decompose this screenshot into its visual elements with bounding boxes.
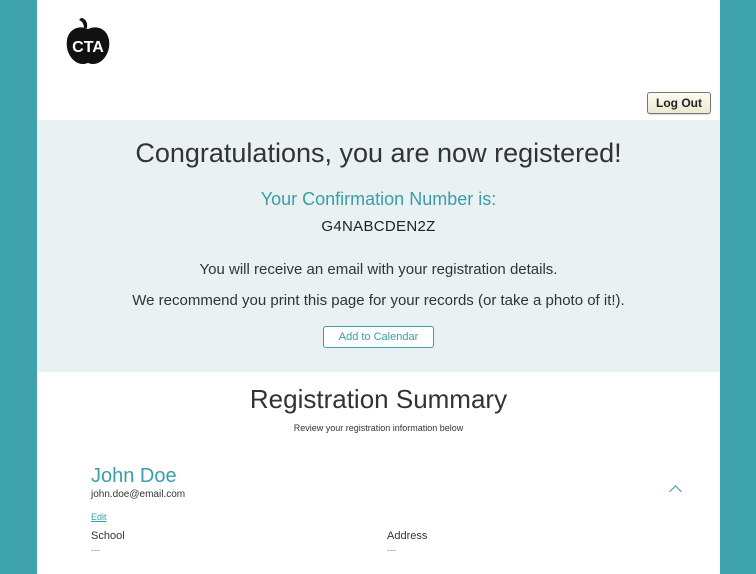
page: CTA Log Out Congratulations, you are now…	[37, 0, 720, 574]
summary-subtitle: Review your registration information bel…	[293, 423, 464, 433]
attendee-name: John Doe	[91, 465, 177, 487]
address-value: ---	[387, 545, 396, 555]
school-label: School	[91, 530, 125, 542]
congratulations-heading: Congratulations, you are now registered!	[135, 138, 622, 168]
address-field: Address ---	[387, 530, 683, 555]
add-to-calendar-button[interactable]: Add to Calendar	[322, 326, 435, 348]
header: CTA Log Out	[37, 0, 720, 120]
school-field: School ---	[91, 530, 387, 555]
address-label: Address	[387, 530, 428, 542]
confirmation-banner: Congratulations, you are now registered!…	[37, 120, 720, 372]
attendee-email: john.doe@email.com	[91, 489, 186, 500]
email-notice: You will receive an email with your regi…	[199, 261, 558, 278]
school-value: ---	[91, 545, 100, 555]
cta-apple-logo: CTA	[66, 18, 110, 64]
edit-link[interactable]: Edit	[91, 512, 720, 522]
registration-summary: Registration Summary Review your registr…	[37, 384, 720, 433]
confirmation-number-label: Your Confirmation Number is:	[260, 189, 497, 209]
attendee-section: John Doe john.doe@email.com Edit	[37, 465, 720, 522]
logo-text: CTA	[72, 39, 104, 56]
summary-title: Registration Summary	[249, 384, 508, 414]
logout-button[interactable]: Log Out	[647, 92, 711, 114]
confirmation-number: G4NABCDEN2Z	[321, 218, 436, 235]
print-notice: We recommend you print this page for you…	[132, 292, 625, 309]
attendee-fields: School --- Address ---	[37, 530, 720, 555]
